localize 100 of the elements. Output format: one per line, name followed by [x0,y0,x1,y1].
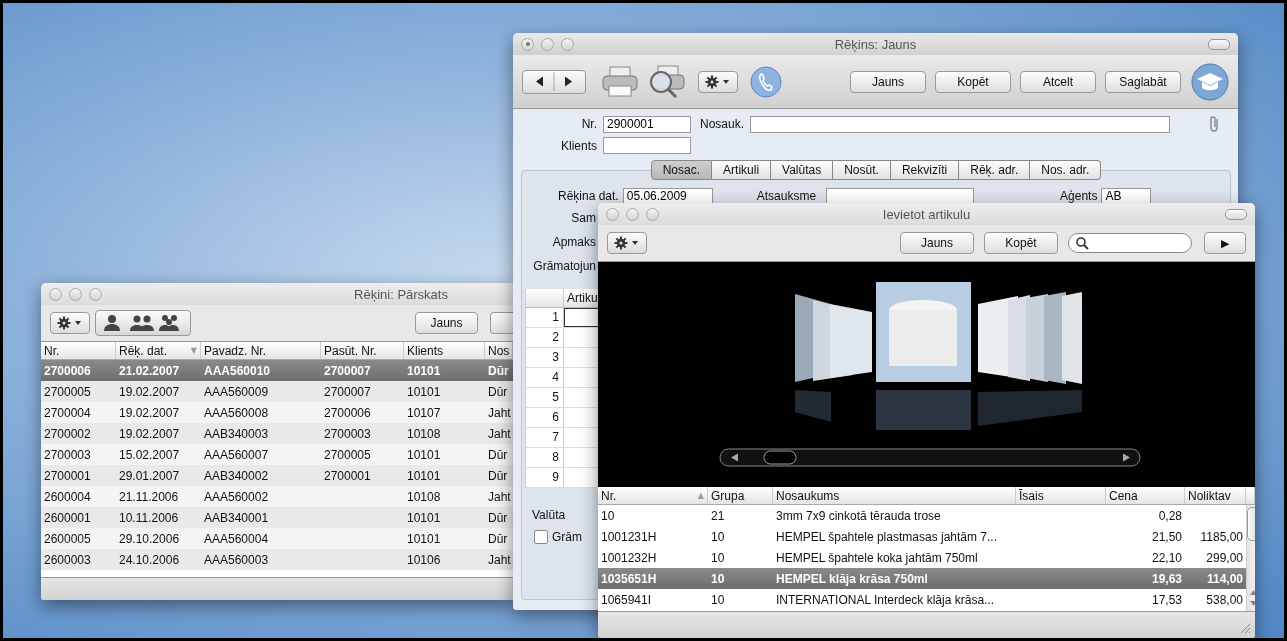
table-cell-text: 2600005 [43,531,92,546]
tab[interactable]: Nos. adr. [1030,160,1102,180]
gear-menu-button[interactable] [607,232,647,254]
column-header[interactable]: Nr. ▲ [598,487,708,504]
column-header[interactable]: Rēķ. dat. ▼ [116,342,201,359]
column-header[interactable]: Nosaukums [773,487,1016,504]
table-cell-text: Dūr [487,510,509,525]
table-row[interactable]: 1065941I 10 INTERNATIONAL Interdeck klāja krāsa... 17,53 538,00 [598,589,1246,610]
table-row[interactable]: 2700006 21.02.2007 AAA560010 2700007 10101 Dūr [41,360,513,381]
window-title: Ievietot artikulu [882,206,971,222]
table-cell-text: 10 [710,529,726,544]
tab[interactable]: Nosac. [650,160,713,180]
toolbar-toggle-button[interactable] [1208,39,1230,50]
window-control[interactable] [89,287,102,301]
sort-arrow: ▼ [190,346,197,355]
table-row[interactable]: 2600003 24.10.2006 AAA560003 10106 Jaht [41,549,513,570]
tab[interactable]: Rēķ. adr. [959,160,1031,180]
table-row[interactable]: 2700005 19.02.2007 AAA560009 2700007 10101 Dūr [41,381,513,402]
tab[interactable]: Nosūt. [833,160,891,180]
field-label: Atsauksme [756,189,817,203]
column-header[interactable]: Grupa [708,487,773,504]
toolbar-button[interactable]: Jauns [900,232,974,254]
play-button[interactable]: ▶ [1204,232,1246,254]
table-cell-text: 10108 [406,426,442,441]
table-row[interactable]: 2700004 19.02.2007 AAA560008 2700006 10107 Jaht [41,402,513,423]
gear-menu-button[interactable] [50,312,90,334]
column-header[interactable]: Noliktav [1185,487,1246,504]
table-row[interactable]: 2600004 21.11.2006 AAA560002 10108 Jaht [41,486,513,507]
table-cell-text: 1185,00 [1199,529,1244,544]
table-cell-text: 10107 [406,405,442,420]
checkbox[interactable] [534,530,548,544]
table-row[interactable]: 2700001 29.01.2007 AAB340002 2700001 10101 Dūr [41,465,513,486]
toolbar-toggle-button[interactable] [1225,209,1247,220]
gear-menu-button[interactable] [698,70,738,93]
table-row[interactable]: 10 21 3mm 7x9 cinkotā tērauda trose 0,28 [598,505,1246,526]
toolbar-button[interactable]: Jauns [850,70,926,93]
window-title: Rēķini: Pārskats [354,286,448,302]
table-row[interactable]: 2600001 10.11.2006 AAB340001 10101 Dūr [41,507,513,528]
printer-icon[interactable] [602,65,638,98]
row-number: 9 [526,468,564,487]
window-control[interactable] [541,37,554,51]
table-cell-text: 19.02.2007 [118,384,181,399]
table-cell-text: AAA560004 [203,531,270,546]
scroll-arrows-icon[interactable] [1248,587,1255,609]
table-row[interactable]: 1001231H 10 HEMPEL špahtele plastmasas jahtām 7... 21,50 1185,00 [598,526,1246,547]
column-header[interactable]: Nr. [41,342,116,359]
resize-grip-icon[interactable] [1240,623,1251,634]
table-cell-text: 10108 [406,489,442,504]
carousel-scrollbar[interactable] [719,448,1141,467]
search-field[interactable] [1068,233,1192,253]
tab[interactable]: Artikuli [712,160,772,180]
new-button[interactable]: Jauns [415,312,478,334]
table-row[interactable]: 1035651H 10 HEMPEL klāja krāsa 750ml 19,63 114,00 [598,568,1246,589]
table-cell-text: 2700001 [43,468,92,483]
table-cell-text: 2700005 [43,384,92,399]
window-control[interactable] [561,37,574,51]
window-control[interactable] [69,287,82,301]
table-cell-text: INTERNATIONAL Interdeck klāja krāsa... [775,592,996,607]
column-header[interactable]: Cena [1106,487,1185,504]
table-cell-text: 299,00 [1205,550,1244,565]
toolbar-button[interactable]: Saglabāt [1105,70,1181,93]
table-cell-text: AAA560009 [203,384,270,399]
tab[interactable]: Valūtas [771,160,834,180]
client-field[interactable] [603,137,691,154]
table-cell-text: 10106 [406,552,442,567]
window-control[interactable] [49,287,62,301]
graduation-cap-icon[interactable] [1191,62,1229,101]
toolbar-button[interactable]: Kopēt [984,232,1058,254]
toolbar-button[interactable]: Kopēt [935,70,1011,93]
table-row[interactable]: 2700003 15.02.2007 AAA560007 2700005 10101 Dūr [41,444,513,465]
product-images-drawing[interactable] [795,282,1082,430]
name-field[interactable] [750,115,1171,133]
table-cell-text: 10101 [406,510,442,525]
window-control[interactable] [606,207,619,221]
sort-arrow: ▲ [697,491,704,500]
gear-icon [705,74,731,89]
table-cell-text: 1001232H [600,550,658,565]
table-row[interactable]: 2700002 19.02.2007 AAB340003 2700003 10108 Jaht [41,423,513,444]
column-header[interactable]: Klients [404,342,485,359]
phone-icon[interactable] [750,65,782,98]
navigation-arrows[interactable] [522,69,586,94]
column-header[interactable]: Pasūt. Nr. [321,342,404,359]
table-cell-text: 10101 [406,447,442,462]
table-row[interactable]: 2600005 29.10.2006 AAA560004 10101 Dūr [41,528,513,549]
table-cell-text: AAA560003 [203,552,270,567]
toolbar-button[interactable] [490,312,513,334]
column-header[interactable]: Īsais [1016,487,1106,504]
window-control[interactable] [646,207,659,221]
toolbar-button[interactable]: Atcelt [1020,70,1096,93]
table-row[interactable]: 1001232H 10 HEMPEL špahtele koka jahtām 750ml 22,10 299,00 [598,547,1246,568]
people-segmented-control[interactable] [95,310,191,336]
tab[interactable]: Rekvizīti [890,160,960,180]
row-number: 5 [526,388,564,407]
window-control[interactable] [626,207,639,221]
window-control[interactable] [521,37,534,51]
table-cell-text: 10 [600,508,616,523]
table-cell-text: AAB340001 [203,510,270,525]
table-cell-text: 15.02.2007 [118,447,181,462]
number-field[interactable]: 2900001 [603,115,691,133]
column-header[interactable]: Pavadz. Nr. [201,342,321,359]
